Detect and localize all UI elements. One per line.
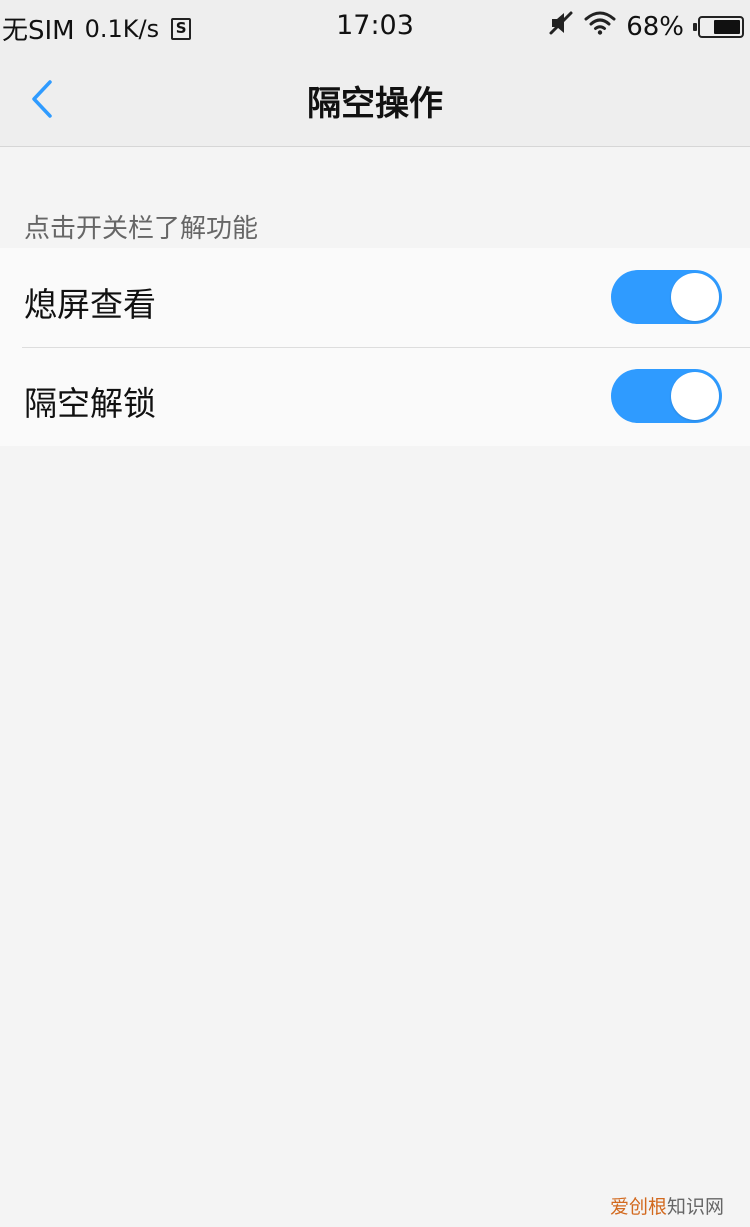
setting-label: 熄屏查看 [24, 285, 156, 324]
chevron-left-icon [32, 80, 52, 118]
setting-label: 隔空解锁 [24, 384, 156, 423]
page-title: 隔空操作 [307, 84, 443, 124]
mute-icon [548, 10, 574, 43]
battery-fill [714, 19, 740, 34]
toggle-knob [671, 273, 719, 321]
watermark-brand: 爱创根 [609, 1196, 667, 1218]
status-bar: 无SIM 0.1K/s S 17:03 68% [0, 0, 750, 52]
network-speed: 0.1K/s [84, 14, 160, 43]
nav-bar: 隔空操作 [0, 52, 750, 147]
status-left: 无SIM 0.1K/s S [2, 10, 192, 47]
watermark-suffix: 知识网 [666, 1196, 724, 1218]
setting-row-air-unlock[interactable]: 隔空解锁 [0, 347, 750, 446]
toggle-knob [671, 372, 719, 420]
setting-row-screen-off-view[interactable]: 熄屏查看 [0, 248, 750, 348]
watermark: 爱创根知识网 [610, 1192, 724, 1219]
battery-percent: 68% [626, 11, 684, 42]
air-unlock-toggle[interactable] [611, 369, 722, 423]
carrier-text: 无SIM [2, 16, 75, 46]
battery-icon [693, 15, 744, 38]
screen-off-view-toggle[interactable] [611, 270, 722, 324]
back-button[interactable] [22, 74, 66, 124]
screen: 无SIM 0.1K/s S 17:03 68% 隔空操作 点击开关栏了解功能 熄… [0, 0, 750, 1227]
status-right: 68% [548, 10, 744, 43]
notification-s-icon: S [171, 17, 192, 40]
section-hint: 点击开关栏了解功能 [24, 214, 259, 244]
wifi-icon [584, 10, 616, 43]
settings-list: 熄屏查看 隔空解锁 [0, 248, 750, 446]
